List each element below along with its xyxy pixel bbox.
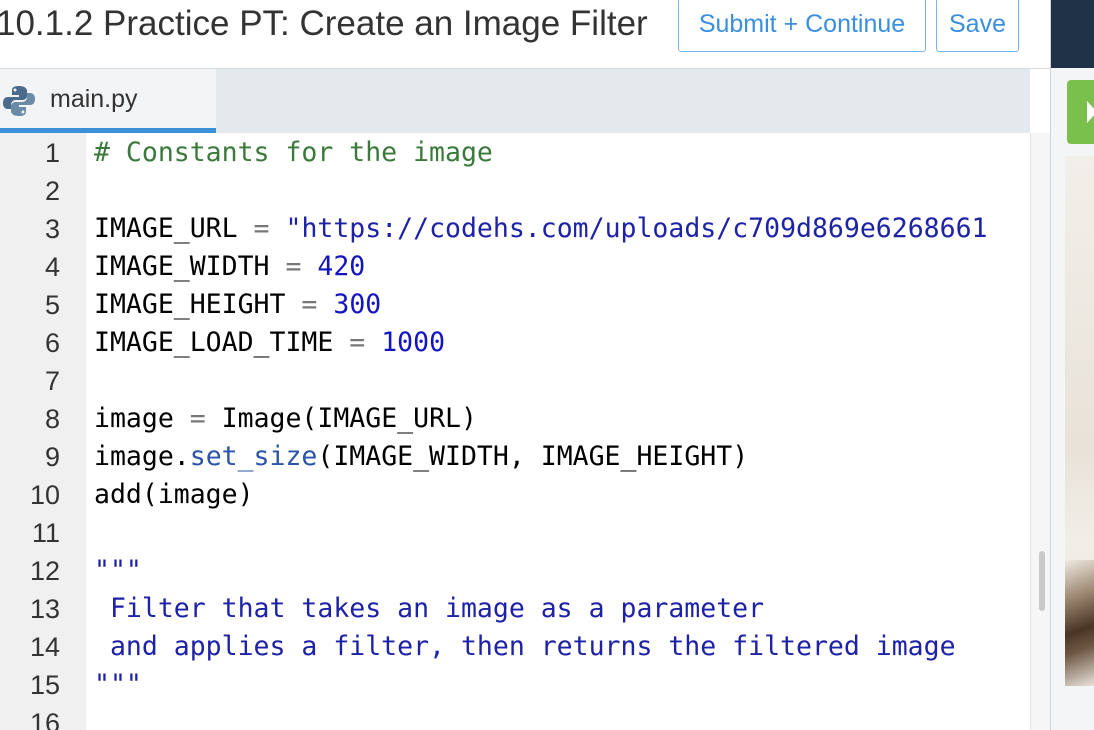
code-token: = bbox=[301, 289, 318, 320]
code-token: = bbox=[189, 403, 206, 434]
line-number: 9 bbox=[44, 442, 60, 472]
code-line[interactable]: 15 """ bbox=[0, 666, 1030, 704]
code-token: IMAGE_HEIGHT bbox=[94, 289, 302, 320]
save-button[interactable]: Save bbox=[936, 0, 1019, 52]
code-token: and applies a filter, then returns the f… bbox=[94, 631, 956, 662]
code-token: IMAGE_LOAD_TIME bbox=[94, 327, 350, 358]
line-number: 5 bbox=[44, 290, 60, 320]
code-line[interactable]: 8 image = Image(IMAGE_URL) bbox=[0, 400, 1030, 438]
code-text: IMAGE_LOAD_TIME = 1000 bbox=[94, 324, 445, 362]
output-topbar bbox=[1051, 0, 1094, 68]
line-number: 8 bbox=[44, 404, 60, 434]
code-token: (IMAGE_WIDTH, IMAGE_HEIGHT) bbox=[317, 441, 749, 472]
code-text: add(image) bbox=[94, 476, 254, 514]
code-text: and applies a filter, then returns the f… bbox=[94, 628, 956, 666]
tab-label: main.py bbox=[50, 85, 138, 113]
tab-main-py[interactable]: main.py bbox=[0, 69, 216, 133]
code-token: image bbox=[94, 403, 190, 434]
code-token: Filter that takes an image as a paramete… bbox=[94, 593, 765, 624]
submit-continue-button[interactable]: Submit + Continue bbox=[678, 0, 926, 52]
code-line[interactable]: 4 IMAGE_WIDTH = 420 bbox=[0, 248, 1030, 286]
code-token: add(image) bbox=[94, 479, 254, 510]
code-text: Filter that takes an image as a paramete… bbox=[94, 590, 764, 628]
code-token: # Constants for the image bbox=[94, 137, 493, 168]
code-token: Image(IMAGE_URL) bbox=[205, 403, 477, 434]
line-number: 7 bbox=[44, 366, 60, 396]
code-line[interactable]: 7 bbox=[0, 362, 1030, 400]
line-number: 11 bbox=[31, 518, 60, 548]
play-icon bbox=[1087, 101, 1094, 123]
line-number: 2 bbox=[44, 176, 60, 206]
code-line[interactable]: 3 IMAGE_URL = "https://codehs.com/uploads… bbox=[0, 210, 1030, 248]
code-text: # Constants for the image bbox=[94, 134, 493, 172]
line-number: 10 bbox=[29, 480, 60, 510]
assignment-header: 10.1.2 Practice PT: Create an Image Filt… bbox=[0, 0, 1050, 69]
code-token: set_size bbox=[189, 441, 318, 472]
line-number: 13 bbox=[29, 594, 60, 624]
code-token: 1000 bbox=[381, 327, 446, 358]
code-token: IMAGE_WIDTH bbox=[94, 251, 286, 282]
page-title: 10.1.2 Practice PT: Create an Image Filt… bbox=[0, 4, 648, 43]
scrollbar-thumb[interactable] bbox=[1039, 551, 1045, 611]
code-token: image. bbox=[94, 441, 190, 472]
line-number: 16 bbox=[29, 708, 60, 730]
code-token: 300 bbox=[333, 289, 382, 320]
code-text: """ bbox=[94, 552, 142, 590]
code-text: IMAGE_URL = "https://codehs.com/uploads/… bbox=[94, 210, 987, 248]
code-line[interactable]: 5 IMAGE_HEIGHT = 300 bbox=[0, 286, 1030, 324]
python-icon bbox=[2, 84, 36, 118]
code-token: = bbox=[349, 327, 366, 358]
code-editor[interactable]: 1 # Constants for the image 2 3 IMAGE_URL = … bbox=[0, 133, 1030, 730]
code-line[interactable]: 12 """ bbox=[0, 552, 1030, 590]
code-text: image = Image(IMAGE_URL) bbox=[94, 400, 477, 438]
code-token: = bbox=[253, 213, 270, 244]
line-number: 4 bbox=[44, 252, 60, 282]
editor-scrollbar[interactable] bbox=[1030, 133, 1051, 730]
code-line[interactable]: 10 add(image) bbox=[0, 476, 1030, 514]
code-token: IMAGE_URL bbox=[94, 213, 254, 244]
code-token: """ bbox=[94, 669, 142, 700]
code-text: IMAGE_HEIGHT = 300 bbox=[94, 286, 381, 324]
line-number: 1 bbox=[44, 138, 60, 168]
code-line[interactable]: 13 Filter that takes an image as a param… bbox=[0, 590, 1030, 628]
image-preview-detail bbox=[1065, 560, 1094, 686]
code-line[interactable]: 14 and applies a filter, then returns th… bbox=[0, 628, 1030, 666]
code-text: IMAGE_WIDTH = 420 bbox=[94, 248, 365, 286]
code-token: "https://codehs.com/uploads/c709d869e626… bbox=[285, 213, 988, 244]
code-line[interactable]: 16 bbox=[0, 704, 1030, 730]
line-number: 14 bbox=[29, 632, 60, 662]
file-tab-bar: main.py bbox=[0, 69, 1030, 133]
code-line[interactable]: 11 bbox=[0, 514, 1030, 552]
line-number: 12 bbox=[29, 556, 60, 586]
code-line[interactable]: 2 bbox=[0, 172, 1030, 210]
code-line[interactable]: 6 IMAGE_LOAD_TIME = 1000 bbox=[0, 324, 1030, 362]
output-panel bbox=[1050, 0, 1094, 730]
code-token: 420 bbox=[317, 251, 366, 282]
run-button[interactable] bbox=[1067, 80, 1094, 144]
code-text: image.set_size(IMAGE_WIDTH, IMAGE_HEIGHT… bbox=[94, 438, 748, 476]
line-number: 15 bbox=[29, 670, 60, 700]
code-line[interactable]: 1 # Constants for the image bbox=[0, 134, 1030, 172]
code-token: = bbox=[285, 251, 302, 282]
code-line[interactable]: 9 image.set_size(IMAGE_WIDTH, IMAGE_HEIGH… bbox=[0, 438, 1030, 476]
code-text: """ bbox=[94, 666, 142, 704]
line-number: 6 bbox=[44, 328, 60, 358]
code-token: """ bbox=[94, 555, 142, 586]
line-number: 3 bbox=[44, 214, 60, 244]
